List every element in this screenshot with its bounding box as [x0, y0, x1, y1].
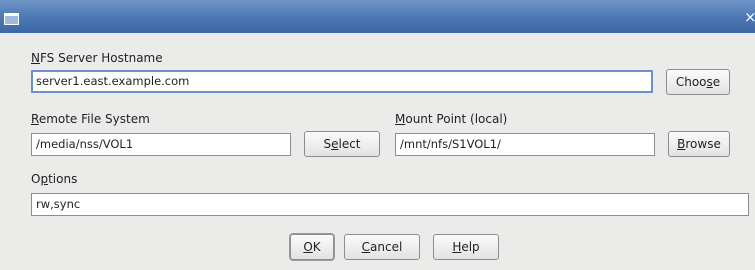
- remote-fs-label-text: emote File System: [38, 112, 150, 126]
- mount-point-label: Mount Point (local): [395, 112, 507, 126]
- cancel-button[interactable]: Cancel: [344, 234, 420, 260]
- remote-fs-input[interactable]: /media/nss/VOL1: [31, 133, 291, 156]
- help-label-post: elp: [461, 240, 480, 254]
- browse-button[interactable]: Browse: [668, 131, 730, 157]
- options-label: Options: [31, 172, 77, 186]
- help-button[interactable]: Help: [433, 234, 499, 260]
- options-label-post: tions: [48, 172, 78, 186]
- hostname-input[interactable]: server1.east.example.com: [31, 70, 653, 93]
- nfs-mount-dialog: × NFS Server Hostname server1.east.examp…: [0, 0, 755, 270]
- mount-point-label-text: ount Point (local): [405, 112, 508, 126]
- remote-fs-label: Remote File System: [31, 112, 150, 126]
- select-label-post: lect: [338, 137, 361, 151]
- select-label-pre: S: [323, 137, 332, 151]
- cancel-label-post: ancel: [370, 240, 403, 254]
- close-icon[interactable]: ×: [744, 10, 755, 25]
- choose-label-pre: Choo: [675, 75, 707, 89]
- options-input[interactable]: rw,sync: [31, 193, 749, 216]
- window-menu-icon[interactable]: [4, 13, 19, 25]
- browse-label-post: rowse: [685, 137, 721, 151]
- select-button[interactable]: Select: [304, 131, 380, 157]
- remote-fs-label-accel: R: [31, 112, 39, 126]
- mount-point-label-accel: M: [395, 112, 406, 126]
- hostname-label-accel: N: [31, 51, 40, 65]
- ok-button[interactable]: OK: [290, 234, 334, 260]
- options-label-accel: p: [40, 172, 49, 186]
- mount-point-input[interactable]: /mnt/nfs/S1VOL1/: [395, 133, 655, 156]
- title-bar[interactable]: ×: [0, 0, 755, 33]
- help-label-accel: H: [452, 240, 462, 254]
- choose-label-post: e: [712, 75, 721, 89]
- cancel-label-accel: C: [361, 240, 371, 254]
- hostname-label-text: FS Server Hostname: [39, 51, 163, 65]
- ok-label-post: K: [312, 240, 321, 254]
- hostname-label: NFS Server Hostname: [31, 51, 163, 65]
- choose-button[interactable]: Choose: [666, 69, 730, 95]
- ok-label-accel: O: [303, 240, 313, 254]
